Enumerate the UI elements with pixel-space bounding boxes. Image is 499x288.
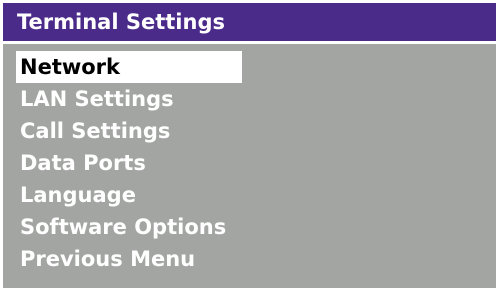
menu-item-network[interactable]: Network	[16, 51, 242, 83]
menu-panel: Network LAN Settings Call Settings Data …	[3, 44, 496, 288]
menu-item-call-settings[interactable]: Call Settings	[16, 115, 242, 147]
menu-item-lan-settings[interactable]: LAN Settings	[16, 83, 242, 115]
menu-item-previous-menu[interactable]: Previous Menu	[16, 243, 242, 275]
menu-list: Network LAN Settings Call Settings Data …	[16, 51, 242, 275]
window-title: Terminal Settings	[3, 3, 496, 41]
menu-item-software-options[interactable]: Software Options	[16, 211, 242, 243]
menu-item-data-ports[interactable]: Data Ports	[16, 147, 242, 179]
menu-item-language[interactable]: Language	[16, 179, 242, 211]
terminal-settings-screen: Terminal Settings Network LAN Settings C…	[0, 0, 499, 288]
